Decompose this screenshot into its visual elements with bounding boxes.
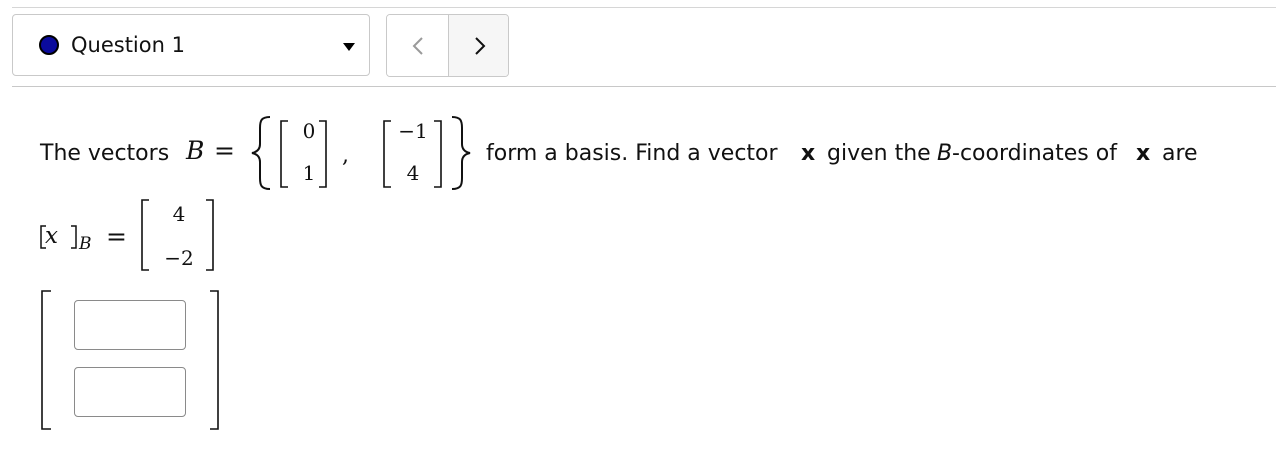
- problem-tail-text-4: are: [1162, 141, 1198, 166]
- problem-tail-text-3: -coordinates of: [952, 141, 1117, 166]
- basis-symbol: B: [186, 136, 205, 165]
- question-nav: [386, 14, 509, 77]
- problem-lead-text: The vectors: [40, 141, 170, 166]
- v2-entry-2: 4: [406, 161, 420, 185]
- coord-x: x: [45, 223, 58, 249]
- equals-sign: =: [214, 136, 235, 165]
- problem-tail-text-1: form a basis. Find a vector: [486, 141, 778, 166]
- next-question-button[interactable]: [449, 15, 508, 76]
- chevron-right-icon: [475, 37, 486, 55]
- v2-entry-1: −1: [398, 119, 428, 143]
- v1-entry-2: 1: [302, 161, 316, 185]
- header-separator: [12, 86, 1276, 87]
- top-divider: [12, 7, 1276, 8]
- coord-subscript-b: B: [79, 234, 92, 254]
- coord-equals-sign: =: [106, 222, 127, 251]
- previous-question-button[interactable]: [387, 15, 448, 76]
- problem-vector-x-bold-2: x: [1136, 141, 1151, 166]
- basis-set-brackets: [251, 116, 471, 190]
- problem-tail-italic-b: B: [937, 141, 953, 166]
- question-select[interactable]: Question 1: [12, 14, 370, 76]
- coord-vector-entry-1: 4: [172, 202, 186, 226]
- question-select-label: Question 1: [71, 33, 185, 57]
- vector-comma: ,: [342, 143, 349, 168]
- answer-entry-1-input[interactable]: [74, 300, 186, 350]
- v1-entry-1: 0: [302, 119, 316, 143]
- problem-tail-text-2: given the: [827, 141, 931, 166]
- problem-vector-x-bold: x: [801, 141, 816, 166]
- answer-entry-2-input[interactable]: [74, 367, 186, 417]
- chevron-left-icon: [412, 37, 423, 55]
- coord-vector-entry-2: −2: [164, 246, 194, 270]
- caret-down-icon: [343, 43, 355, 51]
- question-status-dot: [39, 35, 59, 55]
